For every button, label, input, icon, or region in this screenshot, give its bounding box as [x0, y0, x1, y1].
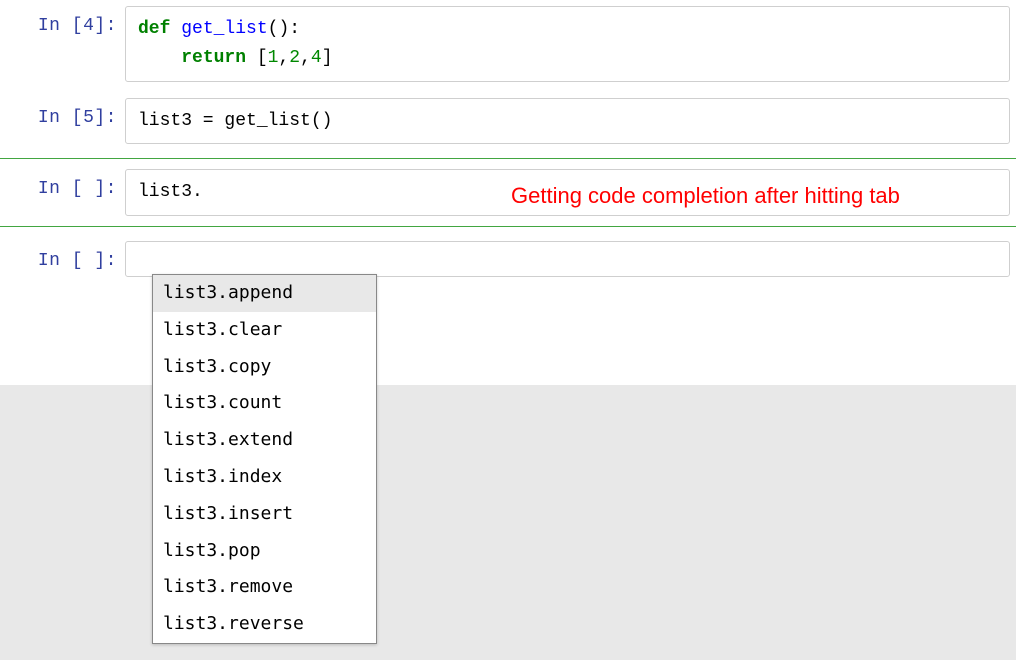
code-input-area[interactable]: list3. Getting code completion after hit… — [125, 169, 1010, 216]
code-cell: In [4]: def get_list(): return [1,2,4] — [0, 0, 1016, 88]
keyword-return: return — [181, 48, 246, 68]
annotation-label: Getting code completion after hitting ta… — [511, 178, 900, 213]
autocomplete-dropdown[interactable]: list3.append list3.clear list3.copy list… — [152, 274, 377, 644]
code-cell: In [5]: list3 = get_list() — [0, 92, 1016, 151]
selected-cell-wrapper: In [ ]: list3. Getting code completion a… — [0, 158, 1016, 227]
code-cell-active: In [ ]: list3. Getting code completion a… — [0, 163, 1016, 222]
completion-item[interactable]: list3.clear — [153, 312, 376, 349]
completion-item[interactable]: list3.insert — [153, 496, 376, 533]
prompt-label: In [4]: — [38, 16, 117, 36]
completion-item[interactable]: list3.remove — [153, 569, 376, 606]
prompt-label: In [ ]: — [38, 251, 117, 271]
code-input-area[interactable]: list3 = get_list() — [125, 98, 1010, 145]
input-prompt: In [ ]: — [0, 169, 125, 199]
code-line: list3 = get_list() — [138, 107, 997, 136]
code-line: return [1,2,4] — [138, 44, 997, 73]
code-input-area[interactable] — [125, 241, 1010, 277]
completion-item[interactable]: list3.reverse — [153, 606, 376, 643]
completion-item[interactable]: list3.index — [153, 459, 376, 496]
completion-item[interactable]: list3.extend — [153, 422, 376, 459]
function-name: get_list — [181, 19, 267, 39]
prompt-label: In [5]: — [38, 108, 117, 128]
keyword-def: def — [138, 19, 170, 39]
completion-item[interactable]: list3.append — [153, 275, 376, 312]
completion-item[interactable]: list3.count — [153, 385, 376, 422]
input-prompt: In [4]: — [0, 6, 125, 36]
input-prompt: In [5]: — [0, 98, 125, 128]
completion-item[interactable]: list3.pop — [153, 533, 376, 570]
input-prompt: In [ ]: — [0, 241, 125, 271]
prompt-label: In [ ]: — [38, 179, 117, 199]
completion-item[interactable]: list3.copy — [153, 349, 376, 386]
code-input-area[interactable]: def get_list(): return [1,2,4] — [125, 6, 1010, 82]
code-line: def get_list(): — [138, 15, 997, 44]
